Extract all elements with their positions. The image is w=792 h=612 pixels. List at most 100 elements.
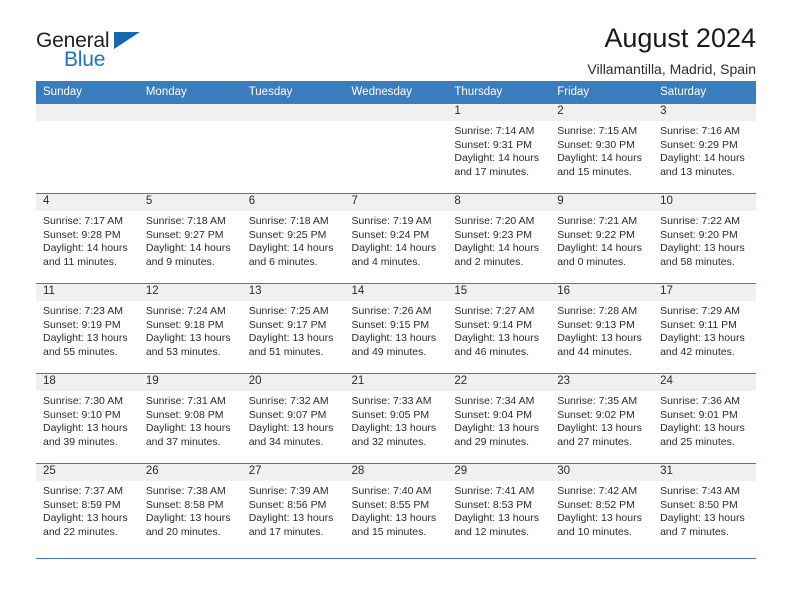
calendar-day-cell[interactable]: 8 Sunrise: 7:20 AM Sunset: 9:23 PM Daylight… [447, 193, 551, 284]
day-detail-line: Daylight: 14 hours [557, 242, 642, 255]
calendar-day-cell[interactable]: 13 Sunrise: 7:25 AM Sunset: 9:17 PM Dayligh… [241, 283, 345, 374]
day-number [241, 104, 345, 121]
calendar-day-cell[interactable]: 26 Sunrise: 7:38 AM Sunset: 8:58 PM Dayligh… [138, 463, 242, 559]
day-number: 11 [36, 284, 139, 301]
day-detail-line: Sunrise: 7:19 AM [351, 215, 432, 227]
day-details: Sunrise: 7:30 AM Sunset: 9:10 PM Daylight:… [36, 391, 139, 449]
day-detail-line: Sunrise: 7:38 AM [145, 485, 226, 497]
calendar-day-cell[interactable]: 20 Sunrise: 7:32 AM Sunset: 9:07 PM Dayligh… [241, 373, 345, 464]
day-detail-line: Sunrise: 7:31 AM [145, 395, 226, 407]
calendar-day-cell[interactable]: 6 Sunrise: 7:18 AM Sunset: 9:25 PM Daylight… [241, 193, 345, 284]
day-number [138, 104, 242, 121]
calendar-day-cell[interactable]: 24 Sunrise: 7:36 AM Sunset: 9:01 PM Dayligh… [653, 373, 756, 464]
day-detail-line: Daylight: 13 hours [248, 512, 334, 525]
day-detail-line: and 9 minutes. [145, 255, 215, 268]
day-detail-line: Daylight: 13 hours [43, 422, 128, 435]
day-detail-line: Sunset: 9:17 PM [248, 318, 327, 331]
day-detail-line: and 49 minutes. [351, 345, 427, 358]
day-detail-line: Daylight: 13 hours [248, 332, 334, 345]
calendar-week-row: 18 Sunrise: 7:30 AM Sunset: 9:10 PM Dayligh… [36, 373, 756, 464]
day-detail-line: Sunset: 9:11 PM [660, 318, 737, 331]
day-details: Sunrise: 7:28 AM Sunset: 9:13 PM Daylight:… [550, 301, 653, 359]
day-detail-line: and 17 minutes. [454, 165, 530, 178]
page-header: General Blue August 2024 Villamantilla, … [36, 0, 756, 78]
calendar-day-cell[interactable]: 7 Sunrise: 7:19 AM Sunset: 9:24 PM Daylight… [344, 193, 448, 284]
calendar-day-cell[interactable]: 12 Sunrise: 7:24 AM Sunset: 9:18 PM Dayligh… [138, 283, 242, 374]
calendar-day-cell[interactable]: 11 Sunrise: 7:23 AM Sunset: 9:19 PM Dayligh… [36, 283, 139, 374]
day-details: Sunrise: 7:33 AM Sunset: 9:05 PM Daylight:… [345, 391, 448, 449]
calendar-day-cell[interactable]: 21 Sunrise: 7:33 AM Sunset: 9:05 PM Dayligh… [344, 373, 448, 464]
calendar-day-cell[interactable]: 16 Sunrise: 7:28 AM Sunset: 9:13 PM Dayligh… [550, 283, 654, 374]
calendar-day-cell[interactable]: 3 Sunrise: 7:16 AM Sunset: 9:29 PM Daylight… [653, 103, 756, 194]
page-subtitle: Villamantilla, Madrid, Spain [587, 61, 756, 78]
day-number: 13 [241, 284, 345, 301]
day-detail-line: and 11 minutes. [43, 255, 117, 268]
day-number: 25 [36, 464, 139, 481]
calendar-day-cell[interactable]: 25 Sunrise: 7:37 AM Sunset: 8:59 PM Dayligh… [36, 463, 139, 559]
calendar-day-cell[interactable]: 23 Sunrise: 7:35 AM Sunset: 9:02 PM Dayligh… [550, 373, 654, 464]
day-detail-line: Daylight: 13 hours [454, 332, 540, 345]
day-detail-line: and 32 minutes. [351, 435, 427, 448]
calendar-page: General Blue August 2024 Villamantilla, … [0, 0, 792, 612]
calendar-day-cell[interactable]: 10 Sunrise: 7:22 AM Sunset: 9:20 PM Dayligh… [653, 193, 756, 284]
day-detail-line: and 2 minutes. [454, 255, 524, 268]
day-detail-line: Sunrise: 7:18 AM [145, 215, 226, 227]
day-detail-line: Sunrise: 7:36 AM [660, 395, 741, 407]
day-detail-line: Sunset: 9:01 PM [660, 408, 738, 421]
day-details: Sunrise: 7:19 AM Sunset: 9:24 PM Daylight:… [345, 211, 448, 269]
day-detail-line: Sunrise: 7:41 AM [454, 485, 535, 497]
day-details: Sunrise: 7:17 AM Sunset: 9:28 PM Daylight:… [36, 211, 139, 269]
day-detail-line: and 13 minutes. [660, 165, 735, 178]
day-detail-line: and 15 minutes. [557, 165, 632, 178]
calendar-day-cell[interactable]: 5 Sunrise: 7:18 AM Sunset: 9:27 PM Daylight… [138, 193, 242, 284]
day-detail-line: Daylight: 14 hours [248, 242, 334, 255]
day-number: 12 [138, 284, 242, 301]
day-detail-line: Sunset: 9:30 PM [557, 138, 635, 151]
calendar-day-cell[interactable]: 1 Sunrise: 7:14 AM Sunset: 9:31 PM Daylight… [447, 103, 551, 194]
day-detail-line: and 44 minutes. [557, 345, 632, 358]
calendar-day-cell[interactable]: 30 Sunrise: 7:42 AM Sunset: 8:52 PM Dayligh… [550, 463, 654, 559]
day-number: 2 [550, 104, 654, 121]
calendar-day-cell[interactable]: 31 Sunrise: 7:43 AM Sunset: 8:50 PM Dayligh… [653, 463, 756, 559]
triangle-flag-icon [114, 32, 140, 49]
day-number: 3 [653, 104, 756, 121]
day-detail-line: Sunset: 8:55 PM [351, 498, 430, 511]
calendar-day-cell[interactable]: 9 Sunrise: 7:21 AM Sunset: 9:22 PM Daylight… [550, 193, 654, 284]
day-detail-line: Daylight: 13 hours [351, 422, 437, 435]
day-number: 16 [550, 284, 654, 301]
calendar-day-cell[interactable]: 28 Sunrise: 7:40 AM Sunset: 8:55 PM Dayligh… [344, 463, 448, 559]
day-number: 4 [36, 194, 139, 211]
day-detail-line: Sunset: 9:13 PM [557, 318, 635, 331]
calendar-day-cell[interactable]: 2 Sunrise: 7:15 AM Sunset: 9:30 PM Daylight… [550, 103, 654, 194]
calendar-day-cell[interactable]: 22 Sunrise: 7:34 AM Sunset: 9:04 PM Dayligh… [447, 373, 551, 464]
day-detail-line: Daylight: 13 hours [351, 512, 437, 525]
day-number: 31 [653, 464, 756, 481]
day-detail-line: Daylight: 13 hours [557, 512, 642, 525]
calendar-day-cell[interactable]: 19 Sunrise: 7:31 AM Sunset: 9:08 PM Dayligh… [138, 373, 242, 464]
day-details: Sunrise: 7:29 AM Sunset: 9:11 PM Daylight:… [653, 301, 756, 359]
calendar-day-cell[interactable]: 29 Sunrise: 7:41 AM Sunset: 8:53 PM Dayligh… [447, 463, 551, 559]
day-detail-line: Sunrise: 7:27 AM [454, 305, 535, 317]
calendar-day-cell[interactable]: 18 Sunrise: 7:30 AM Sunset: 9:10 PM Dayligh… [36, 373, 139, 464]
day-detail-line: and 25 minutes. [660, 435, 735, 448]
calendar-day-cell[interactable]: 15 Sunrise: 7:27 AM Sunset: 9:14 PM Dayligh… [447, 283, 551, 374]
calendar-day-cell[interactable]: 14 Sunrise: 7:26 AM Sunset: 9:15 PM Dayligh… [344, 283, 448, 374]
day-detail-line: and 6 minutes. [248, 255, 318, 268]
day-details: Sunrise: 7:39 AM Sunset: 8:56 PM Daylight:… [242, 481, 345, 539]
day-detail-line: Sunrise: 7:29 AM [660, 305, 741, 317]
calendar-day-cell-empty [36, 103, 139, 194]
day-details: Sunrise: 7:22 AM Sunset: 9:20 PM Daylight:… [653, 211, 756, 269]
day-details: Sunrise: 7:40 AM Sunset: 8:55 PM Daylight:… [345, 481, 448, 539]
day-detail-line: Sunset: 9:28 PM [43, 228, 121, 241]
day-detail-line: Sunset: 9:10 PM [43, 408, 121, 421]
calendar-day-cell[interactable]: 17 Sunrise: 7:29 AM Sunset: 9:11 PM Dayligh… [653, 283, 756, 374]
weekday-header-friday: Friday [550, 81, 654, 104]
day-detail-line: and 7 minutes. [660, 525, 729, 538]
day-detail-line: Daylight: 13 hours [145, 512, 231, 525]
calendar-day-cell[interactable]: 4 Sunrise: 7:17 AM Sunset: 9:28 PM Daylight… [36, 193, 139, 284]
day-detail-line: Sunrise: 7:14 AM [454, 125, 535, 137]
day-detail-line: and 29 minutes. [454, 435, 530, 448]
calendar-day-cell[interactable]: 27 Sunrise: 7:39 AM Sunset: 8:56 PM Dayligh… [241, 463, 345, 559]
day-detail-line: Daylight: 13 hours [660, 512, 745, 525]
brand-logo: General Blue [36, 24, 156, 72]
